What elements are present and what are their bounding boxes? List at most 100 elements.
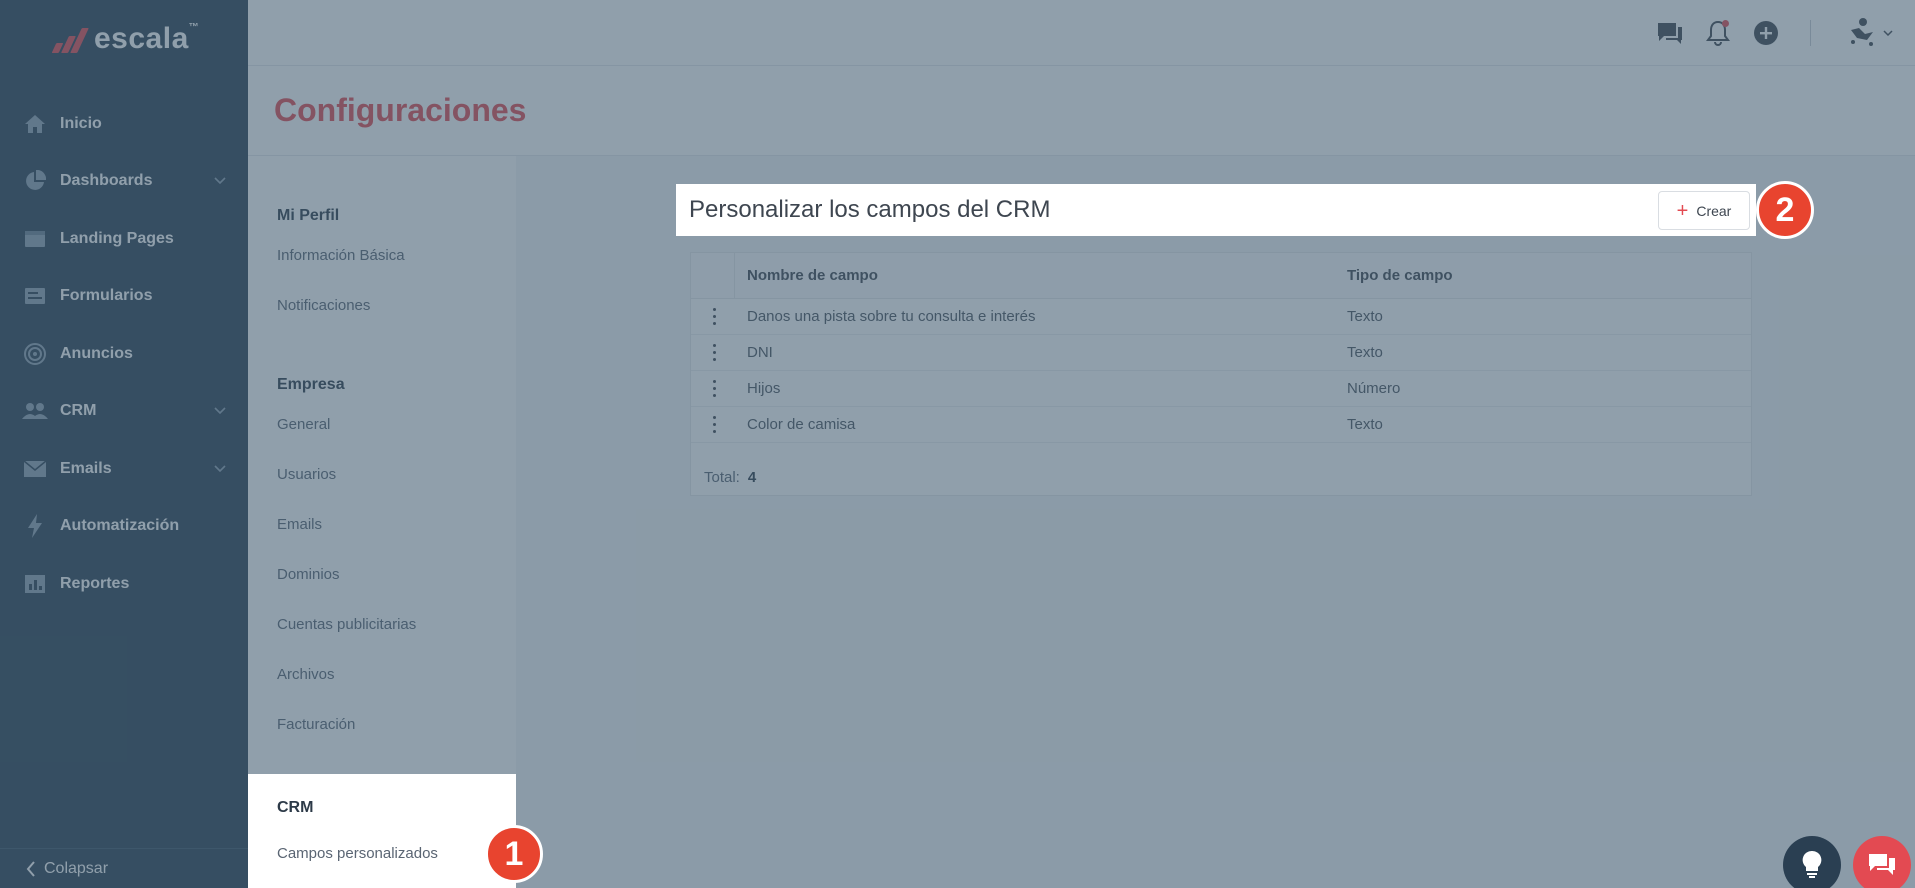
create-button-label: Crear — [1696, 202, 1732, 219]
nav-item-automatizacion[interactable]: Automatización — [0, 498, 248, 556]
card-title: Personalizar los campos del CRM — [689, 196, 1051, 223]
settings-item-informacion-basica[interactable]: Información Básica — [248, 230, 516, 280]
page-title: Configuraciones — [274, 92, 527, 128]
browser-window-icon — [22, 226, 48, 252]
nav-label: Reportes — [60, 574, 130, 592]
settings-item-cuentas-publicitarias[interactable]: Cuentas publicitarias — [248, 599, 516, 649]
field-name: Danos una pista sobre tu consulta e inte… — [747, 308, 1036, 325]
card-header: Personalizar los campos del CRM + Crear — [676, 184, 1756, 236]
settings-group-heading: Empresa — [277, 376, 345, 393]
logo-text: escala™ — [94, 22, 200, 55]
create-field-button[interactable]: + Crear — [1658, 191, 1750, 230]
table-row[interactable]: Color de camisa Texto — [691, 407, 1751, 443]
field-type: Texto — [1347, 344, 1383, 361]
settings-item-archivos[interactable]: Archivos — [248, 649, 516, 699]
settings-group-company: Empresa General Usuarios Emails Dominios… — [248, 371, 516, 749]
column-header-name[interactable]: Nombre de campo — [747, 267, 878, 284]
lightbulb-icon — [1802, 850, 1822, 878]
table-total: Total: 4 — [704, 469, 756, 486]
nav-item-crm[interactable]: CRM — [0, 383, 248, 441]
target-icon — [22, 341, 48, 367]
topbar — [248, 0, 1915, 66]
nav-item-anuncios[interactable]: Anuncios — [0, 325, 248, 383]
nav-label: CRM — [60, 402, 97, 420]
row-menu-icon[interactable] — [712, 380, 716, 398]
notification-dot — [1722, 20, 1729, 27]
table-row[interactable]: Danos una pista sobre tu consulta e inte… — [691, 299, 1751, 335]
nav-label: Landing Pages — [60, 229, 174, 247]
nav-item-dashboards[interactable]: Dashboards — [0, 153, 248, 211]
logo-mark-icon — [50, 25, 90, 53]
collapse-sidebar-button[interactable]: Colapsar — [0, 848, 248, 888]
nav-label: Anuncios — [60, 344, 133, 362]
nav-item-emails[interactable]: Emails — [0, 440, 248, 498]
chevron-down-icon — [214, 172, 226, 190]
settings-item-emails[interactable]: Emails — [248, 499, 516, 549]
settings-item-dominios[interactable]: Dominios — [248, 549, 516, 599]
table-row[interactable]: Hijos Número — [691, 371, 1751, 407]
field-type: Texto — [1347, 308, 1383, 325]
envelope-icon — [22, 456, 48, 482]
total-label: Total: — [704, 469, 740, 486]
pie-chart-icon — [22, 168, 48, 194]
people-icon — [22, 398, 48, 424]
add-circle-icon[interactable] — [1748, 14, 1784, 52]
nav-label: Dashboards — [60, 172, 153, 190]
field-type: Número — [1347, 380, 1401, 397]
chevron-left-icon — [26, 860, 35, 877]
escala-logo[interactable]: escala™ — [50, 22, 199, 56]
settings-item-usuarios[interactable]: Usuarios — [248, 449, 516, 499]
step-badge-2: 2 — [1756, 181, 1814, 239]
table-header: Nombre de campo Tipo de campo — [691, 253, 1751, 299]
settings-item-campos-personalizados[interactable]: Campos personalizados — [248, 828, 516, 878]
bar-chart-icon — [22, 571, 48, 597]
nav-item-inicio[interactable]: Inicio — [0, 95, 248, 153]
field-name: DNI — [747, 344, 773, 361]
row-menu-icon[interactable] — [712, 416, 716, 434]
page-header: Configuraciones — [248, 66, 1915, 156]
nav-item-formularios[interactable]: Formularios — [0, 268, 248, 326]
nav-label: Automatización — [60, 517, 180, 535]
main-content: Nombre de campo Tipo de campo Danos una … — [516, 156, 1915, 888]
settings-item-notificaciones[interactable]: Notificaciones — [248, 280, 516, 330]
field-name: Hijos — [747, 380, 781, 397]
settings-group-profile: Mi Perfil Información Básica Notificacio… — [248, 202, 516, 330]
settings-item-general[interactable]: General — [248, 399, 516, 449]
plus-icon: + — [1676, 199, 1689, 222]
topbar-actions — [1640, 14, 1895, 52]
collapse-label: Colapsar — [44, 859, 109, 877]
chat-bubbles-icon[interactable] — [1652, 14, 1688, 52]
nav-label: Formularios — [60, 287, 153, 305]
field-type: Texto — [1347, 416, 1383, 433]
field-name: Color de camisa — [747, 416, 856, 433]
chat-icon — [1869, 854, 1895, 875]
settings-group-heading: Mi Perfil — [277, 207, 340, 224]
bell-icon[interactable] — [1700, 14, 1736, 52]
settings-group-heading: CRM — [277, 799, 314, 816]
column-header-type[interactable]: Tipo de campo — [1347, 267, 1453, 284]
settings-item-facturacion[interactable]: Facturación — [248, 699, 516, 749]
home-icon — [22, 111, 48, 137]
chevron-down-icon — [214, 402, 226, 420]
sidebar: escala™ Inicio Dashboards Landing Pages — [0, 0, 248, 888]
nav-item-landing-pages[interactable]: Landing Pages — [0, 210, 248, 268]
topbar-divider — [1810, 20, 1811, 46]
row-menu-icon[interactable] — [712, 308, 716, 326]
nav-label: Inicio — [60, 114, 102, 132]
main-nav: Inicio Dashboards Landing Pages Formular… — [0, 95, 248, 613]
step-badge-1: 1 — [485, 825, 543, 883]
ideas-button[interactable] — [1783, 836, 1841, 888]
user-avatar-icon[interactable] — [1843, 14, 1895, 52]
table-row[interactable]: DNI Texto — [691, 335, 1751, 371]
total-value: 4 — [747, 469, 757, 486]
support-chat-button[interactable] — [1853, 836, 1911, 888]
row-menu-icon[interactable] — [712, 344, 716, 362]
chevron-down-icon — [214, 460, 226, 478]
custom-fields-table: Nombre de campo Tipo de campo Danos una … — [690, 252, 1752, 496]
table-handle-column — [691, 253, 735, 299]
nav-label: Emails — [60, 459, 112, 477]
form-icon — [22, 283, 48, 309]
chevron-down-icon — [1883, 30, 1893, 36]
highlight-crm-settings: CRM Campos personalizados — [248, 774, 516, 888]
nav-item-reportes[interactable]: Reportes — [0, 555, 248, 613]
